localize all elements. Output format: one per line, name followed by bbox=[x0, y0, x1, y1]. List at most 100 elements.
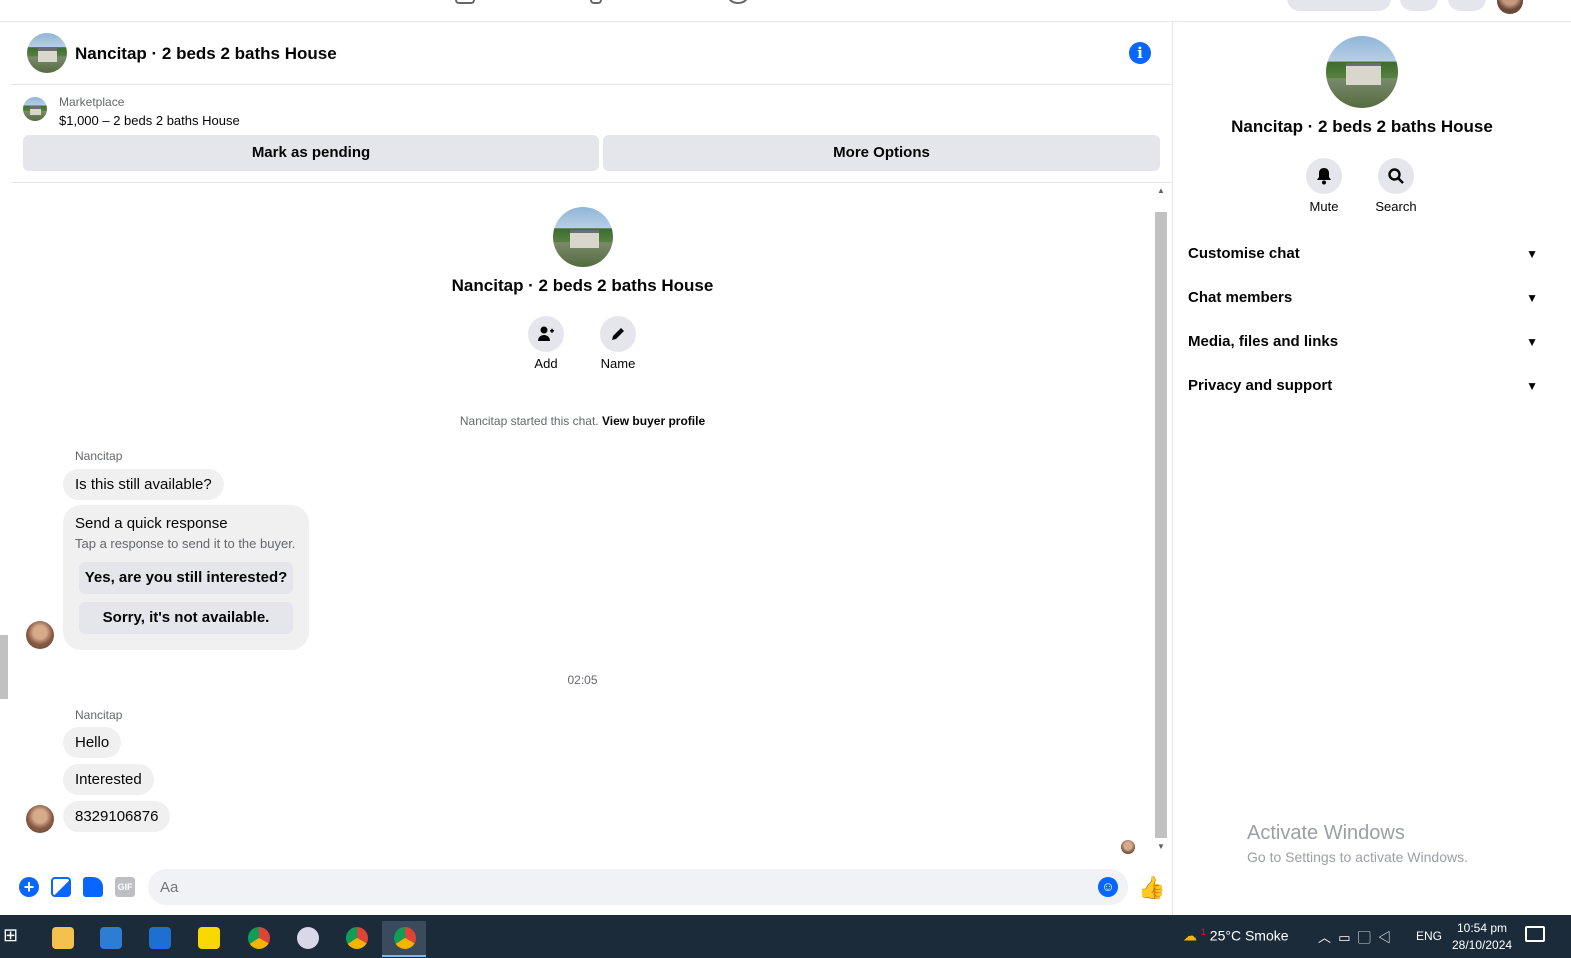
task-view-icon[interactable]: ⊞ bbox=[3, 925, 18, 946]
messages-scrollbar[interactable]: ▲ ▼ bbox=[1154, 184, 1168, 854]
taskbar-store[interactable] bbox=[88, 921, 132, 957]
scroll-down-arrow[interactable]: ▼ bbox=[1157, 842, 1165, 851]
media-files-links-label: Media, files and links bbox=[1188, 333, 1339, 350]
quick-response-title: Send a quick response bbox=[75, 515, 228, 532]
taskbar-chrome-profile[interactable] bbox=[236, 921, 280, 957]
right-scrollbar[interactable] bbox=[1553, 22, 1571, 915]
system-tray-icons[interactable]: ︿ ▭ ▢ ◁ bbox=[1318, 927, 1391, 946]
info-icon[interactable]: i bbox=[1129, 42, 1151, 64]
quick-reply-yes-button[interactable]: Yes, are you still interested? bbox=[79, 562, 293, 594]
more-options-button[interactable]: More Options bbox=[603, 135, 1160, 171]
chrome-icon bbox=[248, 927, 270, 949]
chat-column: Nancitap · 2 beds 2 baths House i Market… bbox=[11, 22, 1173, 915]
clock[interactable]: 10:54 pm 28/10/2024 bbox=[1452, 920, 1512, 954]
taskbar-file-explorer[interactable] bbox=[40, 921, 84, 957]
notification-center-icon[interactable] bbox=[1525, 926, 1545, 942]
profile-avatar[interactable] bbox=[1497, 0, 1523, 14]
photo-icon[interactable] bbox=[51, 877, 71, 897]
message-input[interactable] bbox=[160, 869, 1060, 905]
chevron-down-icon: ▼ bbox=[1526, 379, 1538, 393]
language-indicator[interactable]: ENG bbox=[1416, 929, 1442, 943]
emoji-icon[interactable]: ☺ bbox=[1098, 877, 1118, 897]
started-text: Nancitap started this chat. bbox=[459, 414, 599, 428]
add-person-button[interactable] bbox=[528, 316, 564, 352]
messages-scroll-thumb[interactable] bbox=[1155, 212, 1167, 838]
sender-name: Nancitap bbox=[75, 708, 123, 722]
pencil-icon bbox=[612, 328, 624, 340]
network-icon[interactable]: ▢ bbox=[1358, 930, 1371, 945]
watermark-line2: Go to Settings to activate Windows. bbox=[1247, 849, 1468, 865]
windows-taskbar: ⊞ ☁ 1 25°C Smoke ︿ ▭ ▢ ◁ ENG 10:54 pm 28… bbox=[0, 915, 1571, 958]
notifications-button[interactable] bbox=[1448, 0, 1486, 11]
chat-title[interactable]: Nancitap · 2 beds 2 baths House bbox=[75, 44, 337, 64]
details-title: Nancitap · 2 beds 2 baths House bbox=[1231, 117, 1493, 136]
plus-icon[interactable]: + bbox=[19, 877, 39, 897]
page-scroll-thumb[interactable] bbox=[0, 635, 8, 699]
menu-grid-button[interactable] bbox=[1400, 0, 1438, 11]
details-avatar[interactable] bbox=[1326, 36, 1398, 108]
chevron-up-icon[interactable]: ︿ bbox=[1318, 930, 1331, 945]
listing-price-title[interactable]: $1,000 – 2 beds 2 baths House bbox=[59, 113, 240, 128]
bell-icon bbox=[1317, 168, 1331, 185]
mark-as-pending-button[interactable]: Mark as pending bbox=[23, 135, 599, 171]
search-button[interactable] bbox=[1378, 158, 1414, 194]
chat-avatar[interactable] bbox=[27, 33, 67, 73]
privacy-support-item[interactable]: Privacy and support ▼ bbox=[1188, 366, 1538, 406]
thumbs-up-icon[interactable]: 👍 bbox=[1138, 875, 1165, 901]
weather-alert-badge: 1 bbox=[1200, 927, 1206, 937]
read-receipt-avatar bbox=[1121, 840, 1135, 854]
activate-windows-watermark: Activate Windows Go to Settings to activ… bbox=[1247, 822, 1468, 865]
mail-icon bbox=[149, 927, 171, 949]
edit-name-button[interactable] bbox=[600, 316, 636, 352]
message-bubble[interactable]: Hello bbox=[63, 727, 122, 758]
view-buyer-profile-link[interactable]: View buyer profile bbox=[602, 414, 705, 428]
top-create-button[interactable] bbox=[1287, 0, 1391, 11]
chat-members-item[interactable]: Chat members ▼ bbox=[1188, 278, 1538, 318]
quick-reply-no-button[interactable]: Sorry, it's not available. bbox=[79, 602, 293, 634]
taskbar-mail[interactable] bbox=[137, 921, 181, 957]
folder-icon bbox=[52, 927, 74, 949]
watermark-line1: Activate Windows bbox=[1247, 822, 1405, 844]
add-label: Add bbox=[534, 356, 558, 371]
taskbar-chrome-active[interactable] bbox=[382, 921, 426, 957]
message-bubble[interactable]: Is this still available? bbox=[63, 469, 224, 500]
customise-chat-item[interactable]: Customise chat ▼ bbox=[1188, 234, 1538, 274]
groups-nav-icon[interactable] bbox=[590, 0, 602, 4]
marketplace-nav-icon[interactable] bbox=[455, 0, 475, 4]
weather-icon: ☁ bbox=[1183, 927, 1197, 944]
message-bubble[interactable]: 8329106876 bbox=[63, 801, 171, 832]
scroll-up-arrow[interactable]: ▲ bbox=[1157, 186, 1165, 195]
listing-thumbnail[interactable] bbox=[23, 97, 47, 121]
mute-label: Mute bbox=[1309, 199, 1339, 214]
media-files-links-item[interactable]: Media, files and links ▼ bbox=[1188, 322, 1538, 362]
message-bubble[interactable]: Interested bbox=[63, 764, 154, 795]
search-icon bbox=[1388, 168, 1404, 184]
message-composer: + GIF ☺ 👍 bbox=[11, 864, 1172, 914]
app-icon bbox=[297, 927, 319, 949]
customise-chat-label: Customise chat bbox=[1188, 245, 1300, 262]
store-icon bbox=[100, 927, 122, 949]
meet-icon[interactable]: ▭ bbox=[1338, 930, 1350, 945]
message-timestamp: 02:05 bbox=[567, 673, 598, 687]
top-nav-strip bbox=[0, 0, 1571, 22]
weather-text: 25°C Smoke bbox=[1209, 927, 1289, 944]
buyer-avatar[interactable] bbox=[26, 805, 54, 833]
chat-details-panel: Nancitap · 2 beds 2 baths House Mute Sea… bbox=[1173, 22, 1553, 915]
taskbar-sticky-notes[interactable] bbox=[186, 921, 230, 957]
buyer-avatar[interactable] bbox=[26, 621, 54, 649]
sticker-icon[interactable] bbox=[83, 877, 103, 897]
page-scrollbar[interactable] bbox=[0, 70, 10, 915]
clock-time: 10:54 pm bbox=[1456, 921, 1508, 935]
taskbar-app[interactable] bbox=[285, 921, 329, 957]
marketplace-label: Marketplace bbox=[59, 95, 125, 109]
chat-header: Nancitap · 2 beds 2 baths House i bbox=[11, 22, 1172, 85]
chrome-icon bbox=[394, 927, 416, 949]
taskbar-chrome-pc[interactable] bbox=[334, 921, 378, 957]
quick-response-card: Send a quick response Tap a response to … bbox=[63, 505, 309, 650]
gaming-nav-icon[interactable] bbox=[728, 0, 748, 4]
gif-icon[interactable]: GIF bbox=[115, 877, 135, 897]
mute-button[interactable] bbox=[1306, 158, 1342, 194]
chat-members-label: Chat members bbox=[1188, 289, 1293, 306]
volume-muted-icon[interactable]: ◁ bbox=[1378, 930, 1391, 945]
weather-widget[interactable]: ☁ 1 25°C Smoke bbox=[1183, 927, 1289, 945]
